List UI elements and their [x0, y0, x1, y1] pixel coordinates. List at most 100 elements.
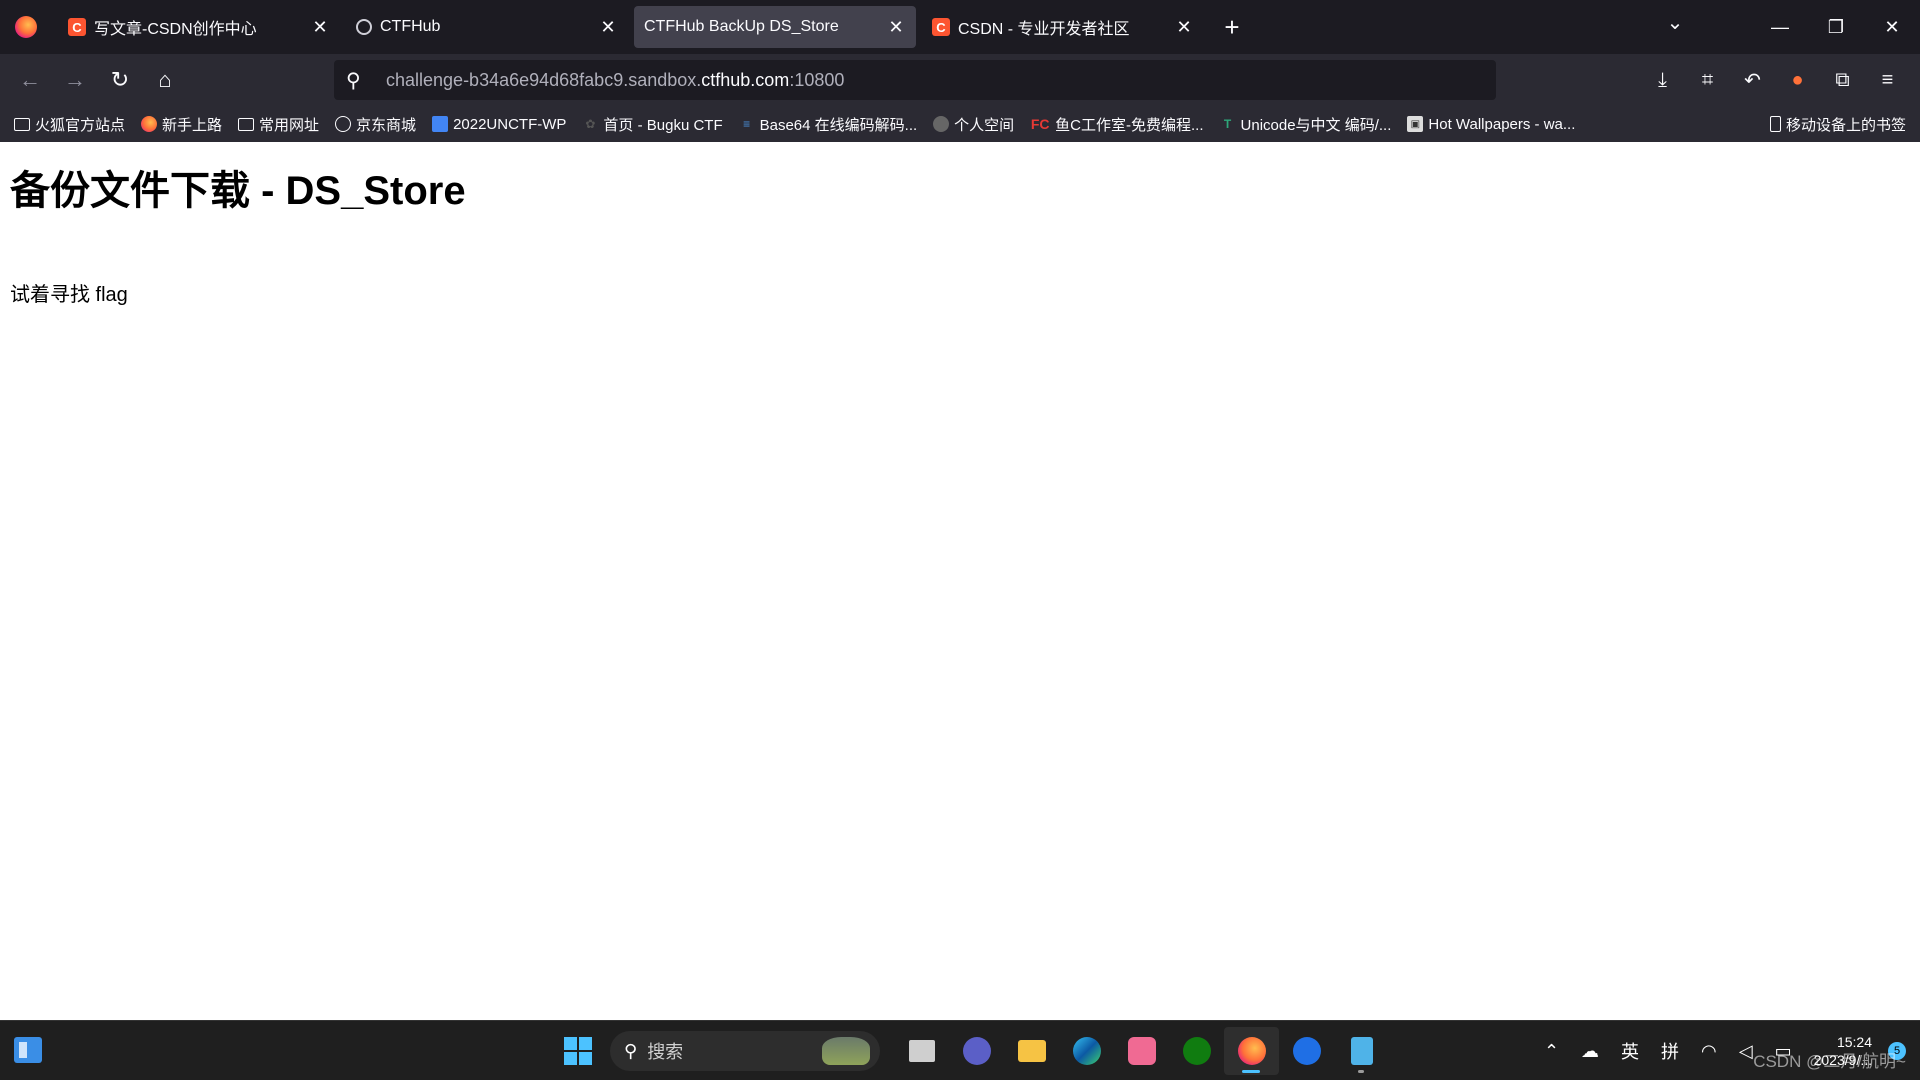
- url-host: ctfhub.com: [701, 69, 790, 90]
- extensions-icon[interactable]: ⧉: [1820, 69, 1865, 92]
- watermark: CSDN @二月/航明~: [1753, 1052, 1906, 1071]
- bookmark-item[interactable]: ✿ 首页 - Bugku CTF: [582, 114, 722, 135]
- tab-label: 写文章-CSDN创作中心: [94, 21, 257, 38]
- url-text[interactable]: challenge-b34a6e94d68fabc9.sandbox.ctfhu…: [386, 70, 844, 91]
- tab-csdn-community[interactable]: C CSDN - 专业开发者社区 ✕: [922, 6, 1204, 48]
- bookmark-label: 首页 - Bugku CTF: [603, 116, 723, 134]
- tab-label: CTFHub: [380, 18, 441, 35]
- bookmark-item[interactable]: 个人空间: [933, 114, 1014, 135]
- bookmark-item[interactable]: 火狐官方站点: [14, 114, 125, 135]
- windows-taskbar: ⚲ 搜索 ⌃ ☁ 英 拼 ◠ ◁ ▭ 15:24 2023/9/... 5 CS…: [0, 1020, 1920, 1080]
- file-explorer-icon[interactable]: [1004, 1027, 1059, 1075]
- close-icon[interactable]: ✕: [886, 17, 906, 38]
- home-icon[interactable]: ⌂: [143, 58, 187, 102]
- tee-icon: T: [1223, 117, 1232, 131]
- bookmark-label: 京东商城: [356, 116, 417, 134]
- start-button[interactable]: [554, 1027, 602, 1075]
- back-icon[interactable]: ←: [8, 58, 52, 102]
- csdn-icon: C: [932, 18, 950, 36]
- forward-icon[interactable]: →: [53, 58, 97, 102]
- window-controls: — ❐ ✕: [1752, 0, 1920, 54]
- bookmark-item[interactable]: 2022UNCTF-WP: [432, 116, 566, 133]
- bookmark-label: 常用网址: [259, 116, 320, 134]
- bookmark-label: Hot Wallpapers - wa...: [1428, 115, 1576, 133]
- folder-icon: [14, 117, 30, 131]
- ime-mode[interactable]: 拼: [1661, 1038, 1679, 1064]
- close-icon[interactable]: ✕: [598, 17, 618, 38]
- wifi-icon[interactable]: ◠: [1701, 1041, 1717, 1062]
- screenshot-crop-icon[interactable]: ⌗: [1685, 69, 1730, 92]
- paw-icon: ✿: [585, 117, 596, 131]
- bookmark-item[interactable]: 常用网址: [238, 114, 319, 135]
- close-icon[interactable]: ✕: [310, 17, 330, 38]
- tab-label: CTFHub BackUp DS_Store: [644, 18, 839, 35]
- bookmark-label: Unicode与中文 编码/...: [1240, 116, 1392, 134]
- list-all-tabs-icon[interactable]: ⌄: [1660, 10, 1690, 35]
- taskbar-apps: ⚲ 搜索: [554, 1027, 1389, 1075]
- widgets-icon[interactable]: [14, 1037, 42, 1063]
- wallpaper-icon: ▣: [1407, 116, 1424, 132]
- bookmark-item[interactable]: ≡ Base64 在线编码解码...: [739, 114, 918, 135]
- toolbar-icons: ⤓ ⌗ ↶ ● ⧉ ≡: [1640, 58, 1910, 102]
- bookmark-item[interactable]: T Unicode与中文 编码/...: [1220, 114, 1392, 135]
- csdn-icon: C: [68, 18, 86, 36]
- bookmark-item[interactable]: 京东商城: [335, 114, 416, 135]
- globe-icon: [933, 116, 950, 132]
- mobile-bookmarks-label: 移动设备上的书签: [1785, 116, 1906, 134]
- bookmarks-toolbar: 火狐官方站点 新手上路 常用网址 京东商城 2022UNCTF-WP ✿ 首页 -…: [0, 106, 1920, 142]
- notepad-icon[interactable]: [1334, 1027, 1389, 1075]
- bookmark-item[interactable]: ▣ Hot Wallpapers - wa...: [1407, 116, 1575, 133]
- task-view-icon[interactable]: [894, 1027, 949, 1075]
- bookmark-label: 火狐官方站点: [35, 116, 126, 134]
- minimize-icon[interactable]: —: [1752, 17, 1808, 38]
- menu-icon[interactable]: ≡: [1865, 69, 1910, 92]
- volume-icon[interactable]: ◁: [1739, 1041, 1753, 1062]
- url-port: :10800: [789, 69, 845, 90]
- firefox-icon: [141, 116, 158, 132]
- tab-ctfhub[interactable]: CTFHub ✕: [346, 6, 628, 48]
- fox-extension-icon[interactable]: ●: [1775, 69, 1820, 92]
- address-bar[interactable]: ⚲ challenge-b34a6e94d68fabc9.sandbox.ctf…: [334, 60, 1496, 100]
- folder-icon: [238, 117, 255, 131]
- chevron-up-icon[interactable]: ⌃: [1544, 1041, 1559, 1062]
- tab-ctfhub-backup[interactable]: CTFHub BackUp DS_Store ✕: [634, 6, 916, 48]
- bilibili-icon[interactable]: [1114, 1027, 1169, 1075]
- search-icon: ⚲: [346, 69, 361, 92]
- download-icon[interactable]: ⤓: [1640, 69, 1685, 92]
- bookmark-label: Base64 在线编码解码...: [759, 116, 918, 134]
- mobile-bookmarks[interactable]: 移动设备上的书签: [1769, 106, 1906, 142]
- close-window-icon[interactable]: ✕: [1864, 17, 1920, 38]
- teams-chat-icon[interactable]: [949, 1027, 1004, 1075]
- bookmark-label: 鱼C工作室-免费编程...: [1055, 116, 1204, 134]
- firefox-taskbar-icon[interactable]: [1224, 1027, 1279, 1075]
- tab-csdn-write[interactable]: C 写文章-CSDN创作中心 ✕: [58, 6, 340, 48]
- bookmark-item[interactable]: FC 鱼C工作室-免费编程...: [1030, 114, 1204, 135]
- xbox-icon[interactable]: [1169, 1027, 1224, 1075]
- doc-icon: [432, 116, 449, 132]
- firefox-icon: [15, 16, 37, 38]
- bookmark-label: 个人空间: [954, 116, 1015, 134]
- ime-language[interactable]: 英: [1621, 1038, 1639, 1064]
- close-icon[interactable]: ✕: [1174, 17, 1194, 38]
- globe-icon: [335, 116, 352, 132]
- edge-icon[interactable]: [1059, 1027, 1114, 1075]
- page-content: 备份文件下载 - DS_Store 试着寻找 flag: [0, 142, 1920, 1020]
- reload-icon[interactable]: ↻: [98, 58, 142, 102]
- search-placeholder: 搜索: [647, 1042, 684, 1062]
- tab-label: CSDN - 专业开发者社区: [958, 21, 1130, 38]
- phone-icon: [1769, 116, 1781, 132]
- feishu-icon[interactable]: [1279, 1027, 1334, 1075]
- onedrive-icon[interactable]: ☁: [1581, 1041, 1599, 1062]
- undo-icon[interactable]: ↶: [1730, 68, 1775, 93]
- tab-strip: C 写文章-CSDN创作中心 ✕ CTFHub ✕ CTFHub BackUp …: [0, 0, 1920, 54]
- lines-icon: ≡: [743, 117, 751, 131]
- restore-icon[interactable]: ❐: [1808, 17, 1864, 38]
- url-prefix: challenge-b34a6e94d68fabc9.sandbox.: [386, 69, 702, 90]
- taskbar-search[interactable]: ⚲ 搜索: [610, 1031, 880, 1071]
- search-icon: ⚲: [624, 1040, 638, 1061]
- page-text: 试着寻找 flag: [10, 284, 128, 306]
- bookmark-item[interactable]: 新手上路: [141, 114, 222, 135]
- new-tab-button[interactable]: +: [1212, 7, 1252, 47]
- firefox-view-button[interactable]: [0, 0, 52, 54]
- search-highlight-image: [822, 1037, 870, 1065]
